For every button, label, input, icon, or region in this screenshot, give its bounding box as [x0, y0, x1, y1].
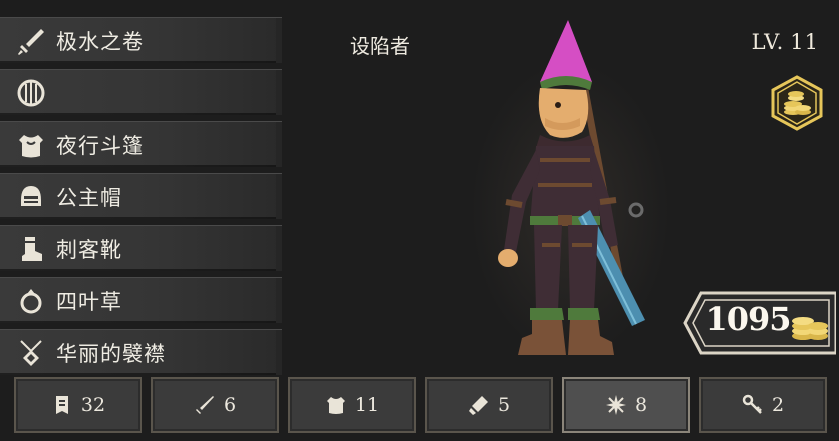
- shuriken-icon: [605, 394, 627, 416]
- boot-icon: [16, 234, 46, 264]
- tab-keys[interactable]: 2: [699, 377, 827, 433]
- chest-armor-icon: [325, 394, 347, 416]
- gold-counter: 1095: [683, 290, 836, 356]
- level-number: 11: [790, 30, 819, 54]
- amulet-icon: [16, 338, 46, 368]
- slot-armor[interactable]: 夜行斗篷: [0, 121, 282, 167]
- equipment-slots: 极水之卷 夜行斗篷 公主帽 刺客靴 四叶草 华丽的襞襟: [0, 17, 282, 381]
- tab-count: 11: [354, 394, 380, 416]
- tab-count: 8: [634, 394, 648, 416]
- round-shield-icon: [16, 78, 46, 108]
- helmet-icon: [16, 182, 46, 212]
- chest-armor-icon: [16, 130, 46, 160]
- slot-boots-label: 刺客靴: [56, 237, 122, 262]
- inventory-tabs: 32 6 11 5 8 2: [14, 377, 829, 435]
- slot-amulet[interactable]: 华丽的襞襟: [0, 329, 282, 375]
- slot-helmet-label: 公主帽: [56, 185, 122, 210]
- slot-ring[interactable]: 四叶草: [0, 277, 282, 323]
- gold-amount: 1095: [705, 300, 791, 338]
- armor-piece-icon: [51, 394, 73, 416]
- tab-weapons[interactable]: 6: [151, 377, 279, 433]
- ring-icon: [16, 286, 46, 316]
- tab-count: 5: [497, 394, 511, 416]
- tab-count: 32: [80, 394, 106, 416]
- slot-shield[interactable]: [0, 69, 282, 115]
- tab-count: 6: [223, 394, 237, 416]
- tab-throwables[interactable]: 8: [562, 377, 690, 433]
- game-screen: 极水之卷 夜行斗篷 公主帽 刺客靴 四叶草 华丽的襞襟 设陷者 LV. 11 1…: [0, 0, 839, 441]
- tab-armor-pieces[interactable]: 32: [14, 377, 142, 433]
- slot-weapon[interactable]: 极水之卷: [0, 17, 282, 63]
- slot-boots[interactable]: 刺客靴: [0, 225, 282, 271]
- sword-icon: [16, 26, 46, 56]
- key-icon: [742, 394, 764, 416]
- tab-count: 2: [771, 394, 785, 416]
- tab-body-armor[interactable]: 11: [288, 377, 416, 433]
- character-portrait: [470, 20, 650, 365]
- slot-helmet[interactable]: 公主帽: [0, 173, 282, 219]
- slot-ring-label: 四叶草: [56, 289, 122, 314]
- slot-weapon-label: 极水之卷: [56, 29, 144, 54]
- character-level: LV. 11: [752, 30, 819, 54]
- tab-scrolls[interactable]: 5: [425, 377, 553, 433]
- coin-hexagon-badge[interactable]: [769, 74, 825, 132]
- coin-stack-icon: [789, 302, 831, 344]
- boot-scroll-icon: [468, 394, 490, 416]
- slot-armor-label: 夜行斗篷: [56, 133, 144, 158]
- sword-icon: [194, 394, 216, 416]
- character-name: 设陷者: [350, 34, 410, 58]
- level-prefix: LV.: [751, 30, 785, 54]
- slot-amulet-label: 华丽的襞襟: [56, 341, 166, 366]
